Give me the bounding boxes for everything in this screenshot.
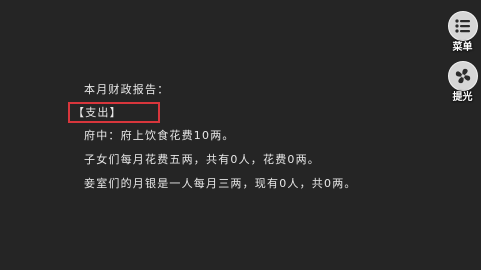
report-line-children: 子女们每月花费五两，共有0人，花费0两。 [84,153,320,166]
report-line-concubines: 妾室们的月银是一人每月三两，现有0人，共0两。 [84,177,357,190]
hint-button[interactable]: 提光 [444,61,481,103]
expense-section-highlight: 【支出】 [68,102,160,123]
menu-button[interactable]: 菜单 [444,11,481,53]
list-icon [447,11,478,41]
hint-button-label: 提光 [452,92,473,103]
report-line-household: 府中：府上饮食花费10两。 [84,129,235,142]
report-title: 本月财政报告： [84,83,170,96]
fan-icon [447,61,478,91]
menu-button-label: 菜单 [452,42,473,53]
expense-section-label: 【支出】 [73,106,122,119]
